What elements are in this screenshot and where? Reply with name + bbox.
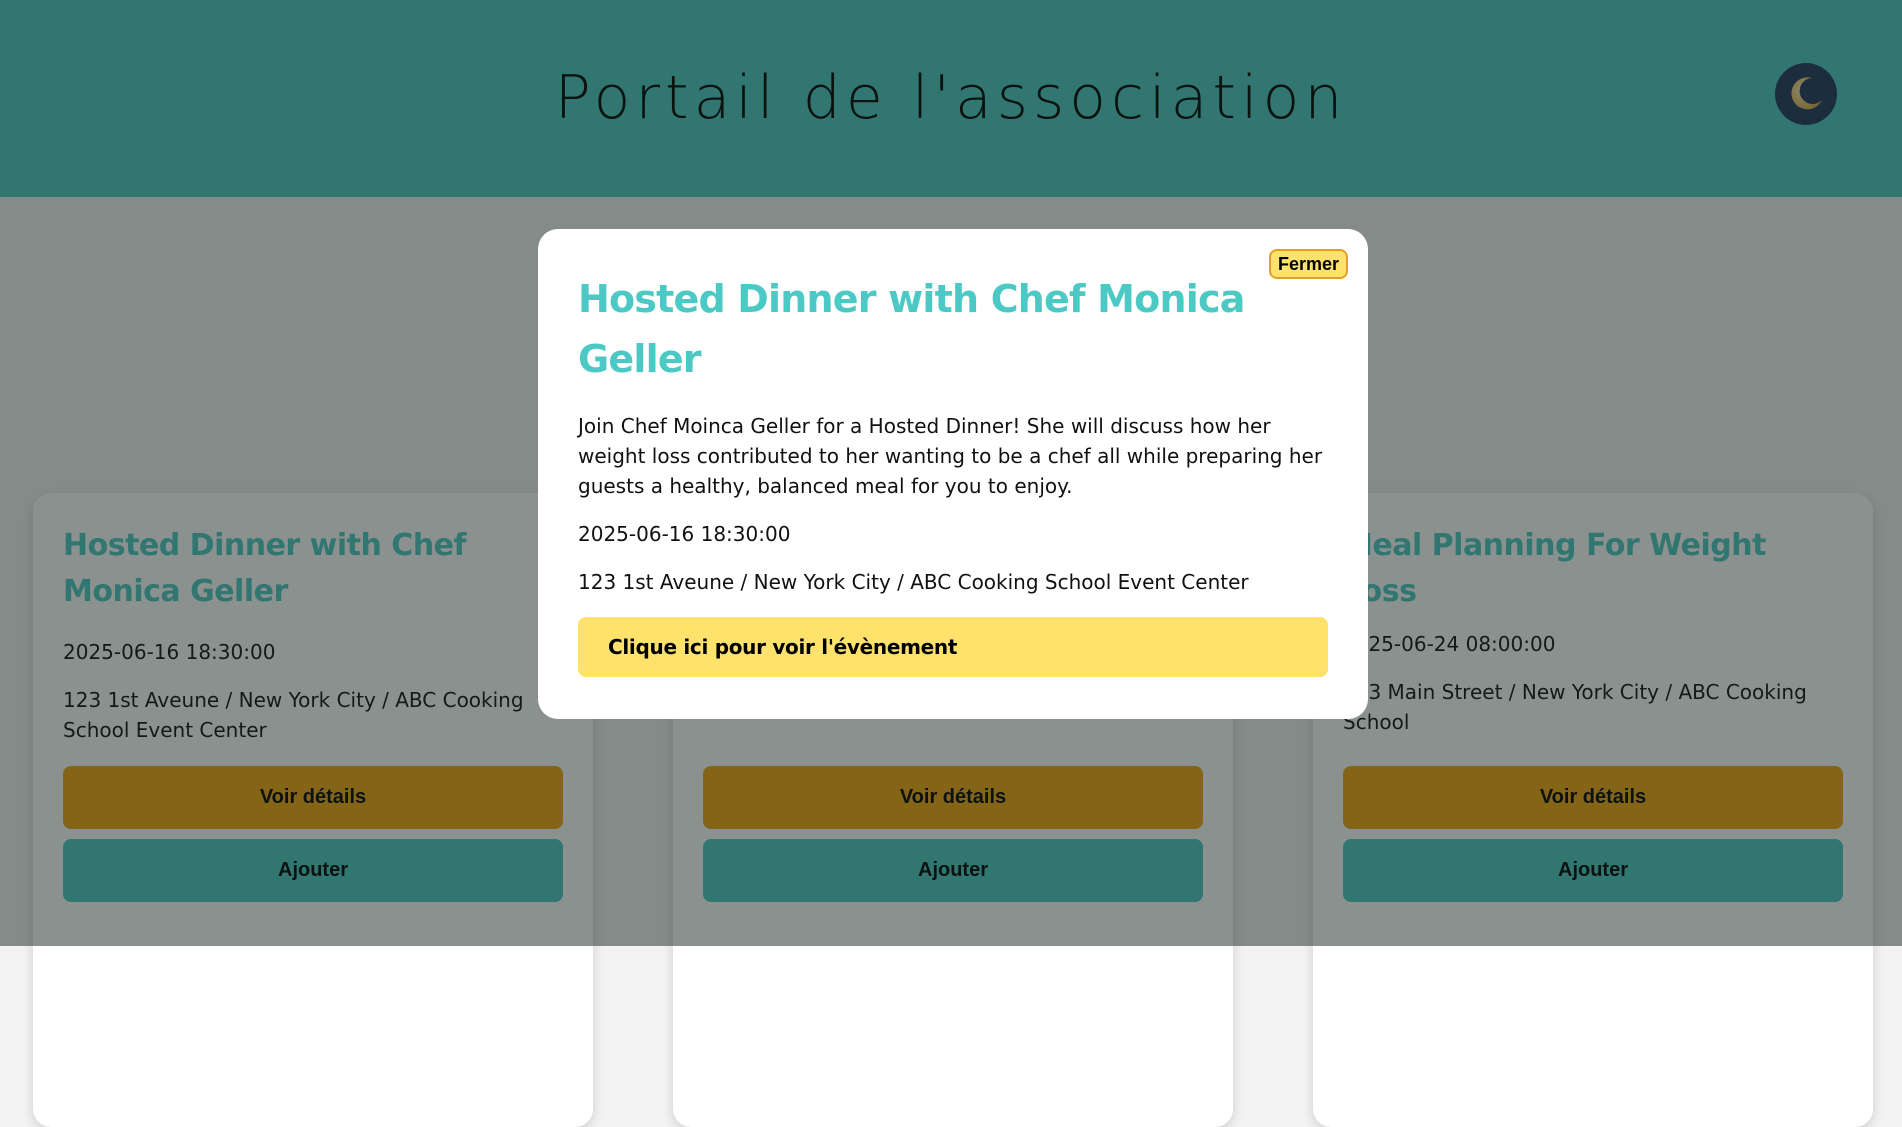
modal-description: Join Chef Moinca Geller for a Hosted Din…	[578, 414, 1323, 498]
event-details-modal: Fermer Hosted Dinner with Chef Monica Ge…	[538, 229, 1368, 719]
close-modal-button[interactable]: Fermer	[1268, 249, 1348, 279]
modal-title: Hosted Dinner with Chef Monica Geller	[578, 277, 1245, 381]
view-event-link[interactable]: Clique ici pour voir l'évènement	[578, 617, 1328, 677]
modal-location: 123 1st Aveune / New York City / ABC Coo…	[578, 570, 1249, 594]
modal-date: 2025-06-16 18:30:00	[578, 522, 791, 546]
